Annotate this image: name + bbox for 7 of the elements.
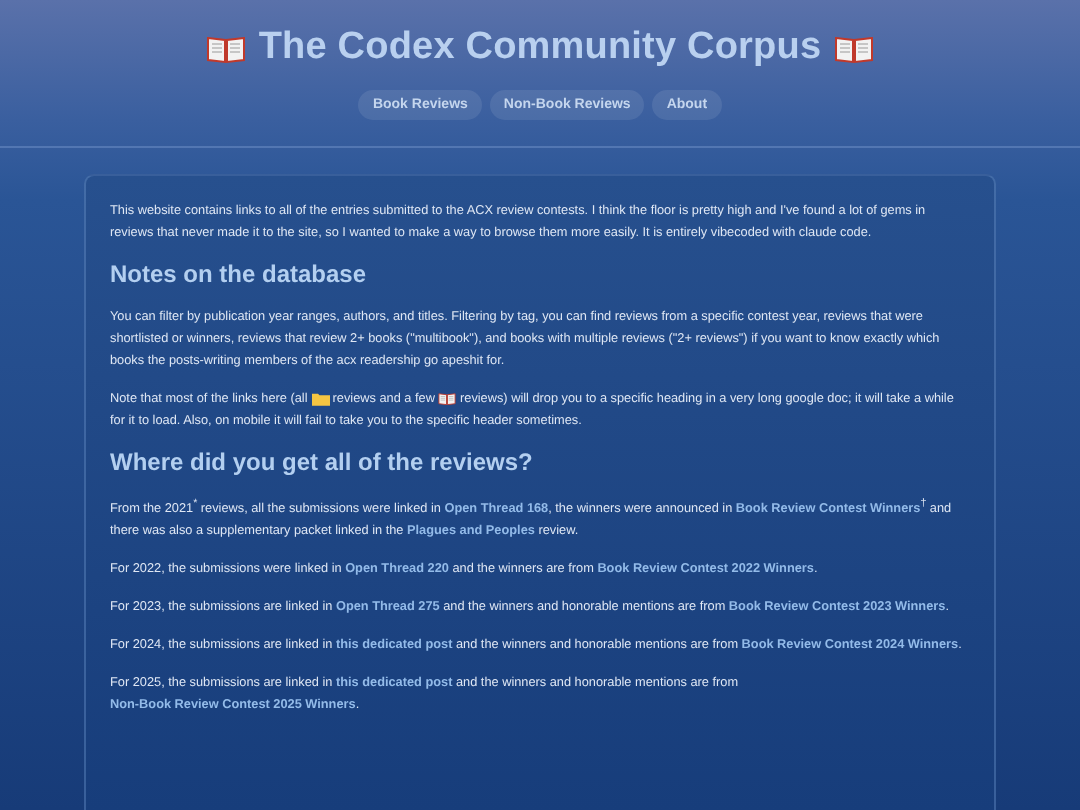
open-book-icon: [438, 391, 457, 406]
open-book-icon: [206, 33, 247, 63]
section-heading: Notes on the database: [110, 260, 369, 290]
folder-icon: [311, 391, 330, 406]
section-heading: Where did you get all of the reviews?: [110, 448, 535, 478]
open-book-icon: [833, 33, 874, 63]
site-title: The Codex Community Corpus: [258, 26, 822, 70]
